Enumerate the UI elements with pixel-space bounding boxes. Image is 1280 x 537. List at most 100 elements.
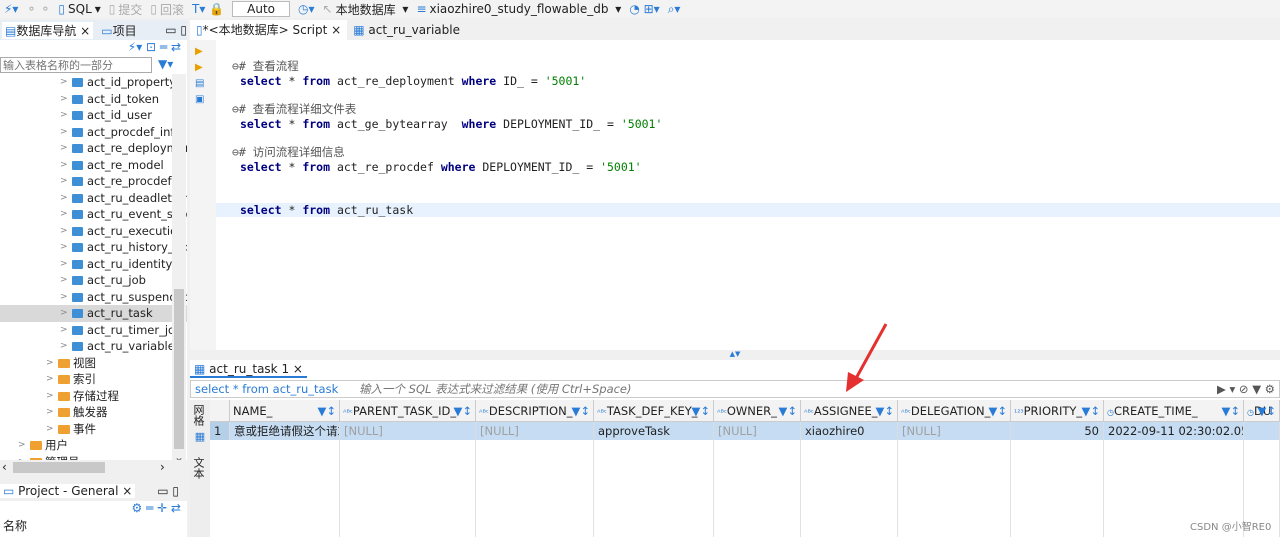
table-cell[interactable]: 2022-09-11 02:30:02.054 — [1104, 422, 1244, 440]
tree-item[interactable]: > act_ru_execution — [0, 223, 187, 240]
table-cell[interactable]: 意或拒绝请假这个请求 — [230, 422, 340, 440]
tree-horizontal-scrollbar[interactable]: ‹ › — [0, 460, 187, 476]
table-cell[interactable]: 50 — [1011, 422, 1104, 440]
tree-item[interactable]: > 索引 — [0, 371, 187, 388]
collapse-icon[interactable]: ⚡▾ ⊡ ═ ⇄ — [128, 40, 181, 54]
column-header[interactable]: ᴬᴮᶜOWNER_ ▼↕ — [714, 400, 801, 422]
tree-vertical-scrollbar[interactable]: ⌄ — [172, 74, 186, 464]
tab-script[interactable]: ▯*<本地数据库> Script × — [190, 20, 348, 40]
splitter-handle[interactable]: ▲▼ — [190, 350, 1280, 358]
sort-filter-icon[interactable]: ▼↕ — [779, 400, 797, 421]
filter-icon[interactable]: ▼▾ — [152, 57, 173, 74]
chevron-right-icon[interactable]: > — [60, 322, 68, 339]
tree-item[interactable]: > act_id_user — [0, 107, 187, 124]
sort-filter-icon[interactable]: ▼↕ — [876, 400, 894, 421]
database-select[interactable]: ≡ xiaozhire0_study_flowable_db ▾ — [416, 2, 621, 16]
chevron-right-icon[interactable]: > — [46, 404, 54, 421]
chevron-right-icon[interactable]: > — [46, 421, 54, 438]
table-cell[interactable]: [NULL] — [476, 422, 594, 440]
chevron-right-icon[interactable]: > — [60, 140, 68, 157]
grid-view-tab[interactable]: 网格 — [190, 400, 206, 430]
chevron-right-icon[interactable]: > — [46, 371, 54, 388]
column-header[interactable]: ᴬᴮᶜPARENT_TASK_ID_ ▼↕ — [340, 400, 476, 422]
tree-item[interactable]: > act_procdef_info — [0, 124, 187, 141]
tree-item[interactable]: > 存储过程 — [0, 388, 187, 405]
chevron-right-icon[interactable]: > — [60, 289, 68, 306]
row-number[interactable]: 1 — [210, 422, 230, 440]
chevron-right-icon[interactable]: > — [60, 338, 68, 355]
chevron-right-icon[interactable]: > — [46, 355, 54, 372]
commit-mode-select[interactable]: Auto — [232, 1, 291, 17]
sort-filter-icon[interactable]: ▼↕ — [572, 400, 590, 421]
column-header[interactable]: NAME_ ▼↕ — [230, 400, 340, 422]
tab-database-navigator[interactable]: ▤数据库导航 × — [2, 21, 94, 39]
tree-item[interactable]: > 用户 — [0, 437, 187, 454]
tree-item[interactable]: > 事件 — [0, 421, 187, 438]
commit-button[interactable]: ▯ 提交 — [109, 1, 143, 18]
tree-item[interactable]: > act_ru_job — [0, 272, 187, 289]
chevron-right-icon[interactable]: > — [18, 437, 26, 454]
tree-item[interactable]: > act_re_deployment — [0, 140, 187, 157]
column-header[interactable]: ◷CREATE_TIME_ ▼↕ — [1104, 400, 1244, 422]
minimize-icon[interactable]: ▭ ▯ — [165, 23, 187, 37]
sort-filter-icon[interactable]: ▼↕ — [1258, 400, 1276, 421]
filter-controls[interactable]: ▶ ▾ ⊘ ▼ ⚙ — [1217, 382, 1279, 396]
project-panel-tab[interactable]: ▭ Project - General × ▭ ▯ — [0, 481, 187, 501]
chevron-right-icon[interactable]: > — [60, 239, 68, 256]
table-cell[interactable]: approveTask — [594, 422, 714, 440]
connect-icon[interactable]: ⚡▾ — [4, 2, 18, 16]
disconnect-icon[interactable]: ⚬ ⚬ — [26, 2, 50, 16]
column-header[interactable]: ◷DU ▼↕ — [1244, 400, 1280, 422]
chevron-right-icon[interactable]: > — [60, 124, 68, 141]
column-header[interactable]: ᴬᴮᶜDESCRIPTION_ ▼↕ — [476, 400, 594, 422]
chevron-right-icon[interactable]: > — [60, 74, 68, 91]
settings-icon[interactable]: ⚙ ═ ✛ ⇄ — [131, 501, 181, 515]
table-cell[interactable]: [NULL] — [898, 422, 1011, 440]
chevron-right-icon[interactable]: > — [60, 173, 68, 190]
tree-item[interactable]: > act_ru_timer_job — [0, 322, 187, 339]
sort-filter-icon[interactable]: ▼↕ — [1082, 400, 1100, 421]
search-icon[interactable]: ⌕▾ — [668, 2, 681, 17]
tree-item[interactable]: > act_ru_variable — [0, 338, 187, 355]
table-cell[interactable] — [1244, 422, 1280, 440]
history-icon[interactable]: ◷▾ — [298, 2, 315, 16]
datasource-select[interactable]: ↖ 本地数据库 ▾ — [323, 1, 409, 18]
tab-act-ru-variable[interactable]: ▦ act_ru_variable — [347, 23, 466, 37]
chevron-right-icon[interactable]: > — [60, 206, 68, 223]
chevron-right-icon[interactable]: > — [60, 190, 68, 207]
result-filter-input[interactable] — [341, 382, 1217, 396]
sort-filter-icon[interactable]: ▼↕ — [1222, 400, 1240, 421]
chevron-right-icon[interactable]: > — [60, 91, 68, 108]
chevron-right-icon[interactable]: > — [60, 305, 68, 322]
column-header[interactable]: ¹²³PRIORITY_ ▼↕ — [1011, 400, 1104, 422]
chevron-right-icon[interactable]: > — [60, 223, 68, 240]
tree-item[interactable]: > act_re_procdef — [0, 173, 187, 190]
tab-projects[interactable]: ▭项目 — [101, 22, 136, 39]
dashboard-icon[interactable]: ◔ ⊞▾ — [629, 2, 659, 16]
column-header[interactable]: ᴬᴮᶜASSIGNEE_ ▼↕ — [801, 400, 898, 422]
column-header[interactable]: ᴬᴮᶜDELEGATION_ ▼↕ — [898, 400, 1011, 422]
rollback-button[interactable]: ▯ 回滚 — [150, 1, 184, 18]
tab-results[interactable]: ▦ act_ru_task 1 × — [190, 360, 307, 378]
tree-item[interactable]: > act_ru_history_job — [0, 239, 187, 256]
transaction-icon[interactable]: T▾ 🔒 — [192, 2, 224, 16]
tree-item[interactable]: > 触发器 — [0, 404, 187, 421]
tree-item[interactable]: > act_id_property — [0, 74, 187, 91]
tree-item[interactable]: >act_ru_deadletter_job — [0, 190, 187, 207]
sort-filter-icon[interactable]: ▼↕ — [692, 400, 710, 421]
tree-item[interactable]: > act_re_model — [0, 157, 187, 174]
table-cell[interactable]: xiaozhire0 — [801, 422, 898, 440]
text-view-tab[interactable]: 文本 — [190, 443, 206, 483]
table-cell[interactable]: [NULL] — [340, 422, 476, 440]
chevron-right-icon[interactable]: > — [60, 157, 68, 174]
sort-filter-icon[interactable]: ▼↕ — [318, 400, 336, 421]
chevron-right-icon[interactable]: > — [60, 256, 68, 273]
chevron-right-icon[interactable]: > — [60, 272, 68, 289]
tree-item[interactable]: >act_ru_event_subscr — [0, 206, 187, 223]
tree-item[interactable]: > act_ru_identitylink — [0, 256, 187, 273]
table-cell[interactable]: [NULL] — [714, 422, 801, 440]
tree-item[interactable]: > act_id_token — [0, 91, 187, 108]
chevron-right-icon[interactable]: > — [46, 388, 54, 405]
tree-item[interactable]: >act_ru_suspended_job — [0, 289, 187, 306]
tree-item[interactable]: > act_ru_task — [0, 305, 187, 322]
